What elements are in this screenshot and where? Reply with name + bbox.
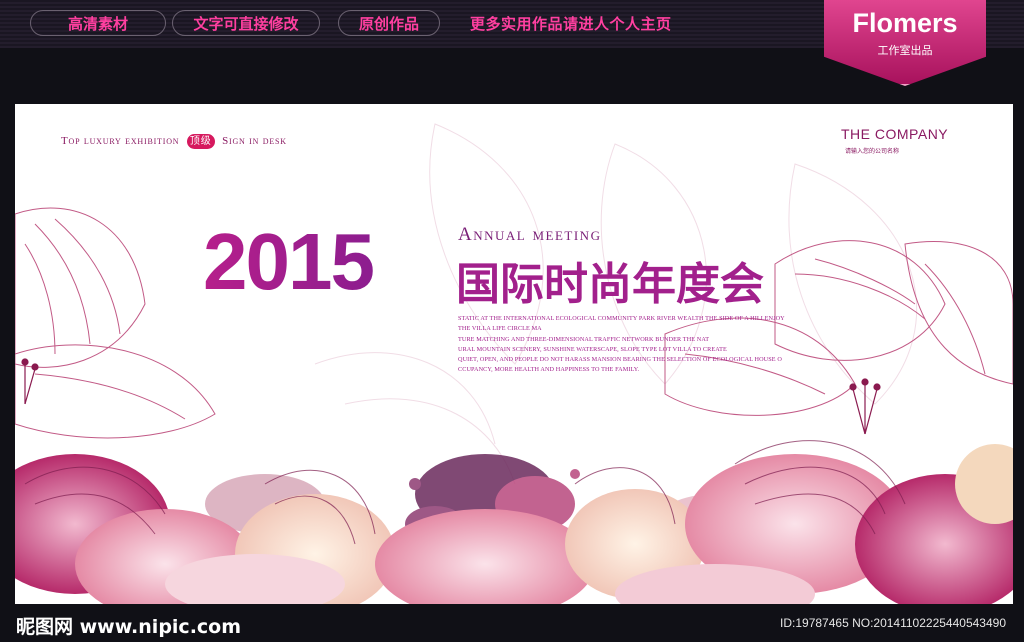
poster-canvas: Top luxury exhibition 顶级 Sign in desk TH… bbox=[15, 104, 1013, 604]
para-line: STATIC AT THE INTERNATIONAL ECOLOGICAL C… bbox=[458, 315, 785, 322]
studio-logo[interactable]: Flomers 工作室出品 bbox=[824, 0, 986, 86]
para-line: QUIET, OPEN, AND PEOPLE DO NOT HARASS MA… bbox=[458, 356, 782, 364]
watermark-footer: 昵图网 www.nipic.com ID:19787465 NO:2014110… bbox=[0, 604, 1024, 642]
para-line: CCUPANCY, MORE HEALTH AND HAPPINESS TO T… bbox=[458, 366, 640, 374]
event-year: 2015 bbox=[203, 217, 375, 306]
description-paragraph: STATIC AT THE INTERNATIONAL ECOLOGICAL C… bbox=[458, 314, 838, 376]
tag-hd-material[interactable]: 高清素材 bbox=[30, 10, 166, 36]
luxury-prefix: Top luxury exhibition bbox=[61, 135, 180, 148]
luxury-suffix: Sign in desk bbox=[222, 135, 287, 148]
annual-meeting-label: Annual meeting bbox=[458, 224, 602, 245]
top-badge: 顶级 bbox=[186, 134, 215, 149]
para-line: TURE MATCHING AND THREE-DIMENSIONAL TRAF… bbox=[458, 335, 710, 343]
company-name: THE COMPANY bbox=[841, 126, 949, 142]
para-line: URAL MOUNTAIN SCENERY, SUNSHINE WATERSCA… bbox=[458, 345, 727, 353]
luxury-tagline: Top luxury exhibition 顶级 Sign in desk bbox=[61, 134, 287, 149]
tag-editable-text[interactable]: 文字可直接修改 bbox=[172, 10, 320, 36]
tag-original-work[interactable]: 原创作品 bbox=[338, 10, 440, 36]
logo-name: Flomers bbox=[852, 8, 958, 38]
logo-subtitle: 工作室出品 bbox=[877, 44, 933, 57]
para-line: THE VILLA LIFE CIRCLE MA bbox=[458, 325, 542, 333]
event-title: 国际时尚年度会 bbox=[456, 259, 764, 310]
more-works-link[interactable]: 更多实用作品请进人个人主页 bbox=[470, 13, 672, 34]
site-watermark: 昵图网 www.nipic.com bbox=[16, 616, 242, 638]
image-id-line: ID:19787465 NO:20141102225440543490 bbox=[780, 616, 1006, 630]
company-subtitle: 请输入您的公司名称 bbox=[845, 148, 900, 155]
